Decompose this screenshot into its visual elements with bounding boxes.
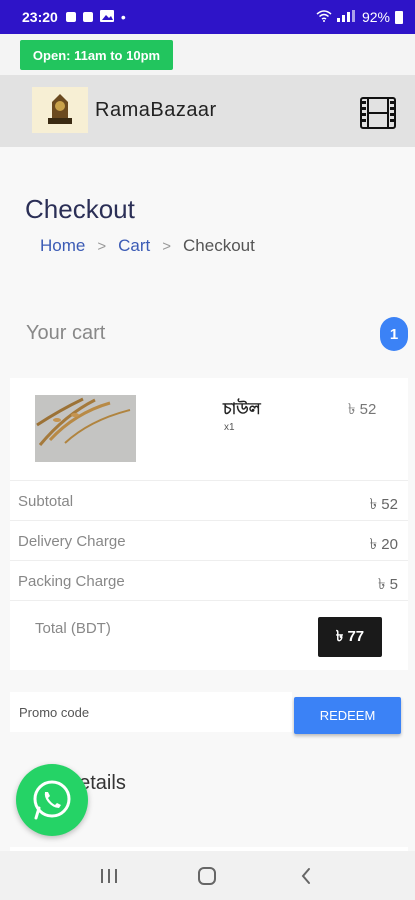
breadcrumb-cart-link[interactable]: Cart <box>118 236 150 256</box>
wifi-icon <box>316 9 332 25</box>
back-button[interactable] <box>286 856 326 896</box>
whatsapp-button[interactable] <box>16 764 88 836</box>
system-nav-bar <box>0 851 415 900</box>
total-label: Total (BDT) <box>35 620 111 637</box>
breadcrumb-home-link[interactable]: Home <box>40 236 85 256</box>
breadcrumb-current: Checkout <box>183 236 255 255</box>
brand-logo[interactable] <box>32 87 88 133</box>
total-value: ৳ 77 <box>318 617 382 657</box>
cart-summary-card: চাউল x1 ৳ 52 Subtotal ৳ 52 Delivery Char… <box>10 378 408 670</box>
brand-name[interactable]: RamaBazaar <box>95 99 217 122</box>
product-price: ৳ 52 <box>348 401 377 418</box>
notification-icon <box>82 9 93 25</box>
redeem-button[interactable]: REDEEM <box>294 697 401 734</box>
recent-apps-button[interactable] <box>89 856 129 896</box>
promo-code-input[interactable] <box>10 692 292 732</box>
product-name[interactable]: চাউল <box>223 396 261 423</box>
row-label: Packing Charge <box>18 573 125 590</box>
image-icon <box>99 9 114 25</box>
row-value: ৳ 52 <box>369 496 398 513</box>
checkout-page: Checkout Home > Cart > Checkout Your car… <box>0 147 415 857</box>
battery-percent: 92% <box>361 9 390 25</box>
subtotal-row: Subtotal ৳ 52 <box>10 480 408 520</box>
home-button[interactable] <box>187 856 227 896</box>
whatsapp-icon <box>33 780 71 820</box>
row-value: ৳ 5 <box>378 576 398 593</box>
chevron-right-icon: > <box>162 237 172 255</box>
status-bar: 23:20 • 92% <box>0 0 415 34</box>
cart-title: Your cart <box>26 322 106 344</box>
product-quantity: x1 <box>224 422 235 433</box>
signal-icon <box>336 9 357 25</box>
back-icon <box>301 867 310 884</box>
page-title: Checkout <box>25 194 135 224</box>
row-label: Subtotal <box>18 493 74 510</box>
cart-count-badge: 1 <box>380 317 408 351</box>
status-time: 23:20 <box>22 9 58 25</box>
recent-apps-icon <box>101 868 118 883</box>
app-header: RamaBazaar <box>0 75 415 147</box>
dot-icon: • <box>120 9 126 25</box>
packing-charge-row: Packing Charge ৳ 5 <box>10 560 408 600</box>
breadcrumb: Home > Cart > Checkout <box>40 236 255 256</box>
chevron-right-icon: > <box>97 237 107 255</box>
open-hours-badge: Open: 11am to 10pm <box>20 40 173 70</box>
battery-icon <box>395 10 403 24</box>
row-value: ৳ 20 <box>369 536 398 553</box>
product-image <box>35 395 136 462</box>
film-icon[interactable] <box>360 97 396 134</box>
delivery-charge-row: Delivery Charge ৳ 20 <box>10 520 408 560</box>
home-icon <box>198 866 217 885</box>
row-label: Delivery Charge <box>18 533 126 550</box>
notification-icon <box>65 9 76 25</box>
